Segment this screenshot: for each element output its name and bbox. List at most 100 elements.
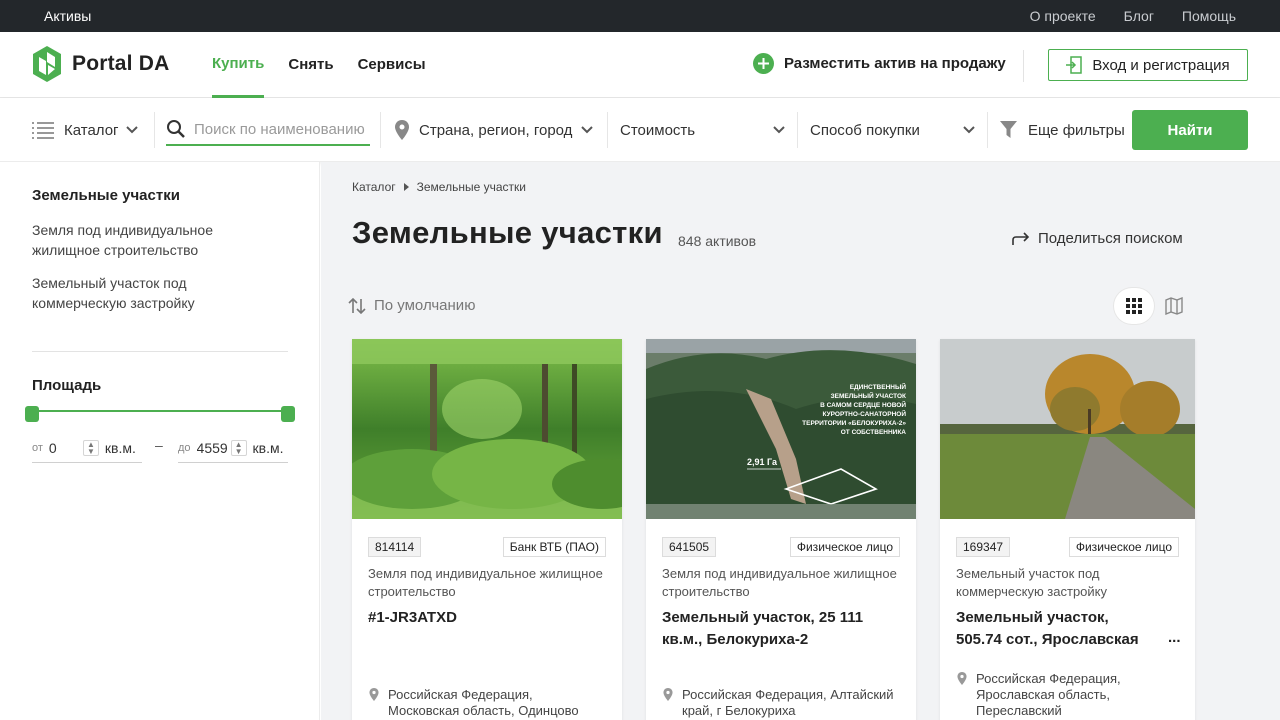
grid-icon (1126, 298, 1142, 314)
area-to-value[interactable]: 4559 (197, 440, 231, 456)
login-button[interactable]: Вход и регистрация (1048, 49, 1248, 81)
stepper-icon[interactable]: ▲ ▼ (230, 439, 247, 456)
location-dropdown[interactable]: Страна, регион, город (395, 98, 594, 162)
image-caption-line: ЗЕМЕЛЬНЫЙ УЧАСТОК (831, 391, 906, 400)
top-bar-brand[interactable]: Активы (44, 8, 91, 24)
main-content: Каталог Земельные участки Земельные учас… (321, 162, 1280, 720)
asset-location: Российская Федерация, Ярославская област… (956, 671, 1179, 719)
filter-separator (607, 112, 608, 148)
asset-photo-mountains[interactable]: ЕДИНСТВЕННЫЙ ЗЕМЕЛЬНЫЙ УЧАСТОК В САМОМ С… (646, 339, 916, 519)
card-tags: 641505 Физическое лицо (662, 537, 900, 557)
asset-card[interactable]: 814114 Банк ВТБ (ПАО) Земля под индивиду… (352, 339, 622, 720)
post-ad-label: Разместить актив на продажу (784, 55, 1006, 72)
card-tags: 814114 Банк ВТБ (ПАО) (368, 537, 606, 557)
area-from-field[interactable]: от 0 ▲ ▼ кв.м. (32, 433, 142, 463)
asset-title[interactable]: Земельный участок, 505.74 сот., Ярославс… (956, 607, 1155, 651)
search-input[interactable] (194, 120, 366, 138)
asset-photo-road[interactable] (940, 339, 1195, 519)
image-caption-line: КУРОРТНО-САНАТОРНОЙ (822, 409, 906, 418)
breadcrumb-catalog[interactable]: Каталог (352, 180, 396, 194)
sort-dropdown[interactable]: По умолчанию (348, 297, 475, 314)
asset-location-text: Российская Федерация, Алтайский край, г … (682, 687, 894, 718)
filter-funnel-icon (1000, 121, 1017, 138)
post-ad-button[interactable]: Разместить актив на продажу (753, 53, 1006, 74)
chevron-down-icon (125, 126, 138, 134)
asset-card[interactable]: ЕДИНСТВЕННЫЙ ЗЕМЕЛЬНЫЙ УЧАСТОК В САМОМ С… (646, 339, 916, 720)
area-to-unit: кв.м. (252, 439, 284, 456)
chevron-down-icon (581, 126, 594, 134)
page-title: Земельные участки (352, 215, 663, 250)
asset-id-badge: 169347 (956, 537, 1011, 557)
search-field[interactable] (166, 114, 370, 146)
find-button[interactable]: Найти (1132, 110, 1248, 150)
catalog-list-icon (32, 122, 54, 139)
asset-card[interactable]: 169347 Физическое лицо Земельный участок… (940, 339, 1195, 720)
price-dropdown[interactable]: Стоимость (620, 98, 786, 162)
asset-location: Российская Федерация, Алтайский край, г … (662, 687, 900, 719)
logo-icon (33, 46, 61, 82)
owner-badge: Физическое лицо (1068, 537, 1179, 557)
image-area-label: 2,91 Га (747, 457, 778, 467)
image-caption-line: В САМОМ СЕРДЦЕ НОВОЙ (820, 400, 906, 409)
top-link-blog[interactable]: Блог (1124, 8, 1154, 24)
area-to-field[interactable]: до 4559 ▲ ▼ кв.м. (178, 433, 288, 463)
asset-photo-forest[interactable] (352, 339, 622, 519)
location-label: Страна, регион, город (419, 121, 573, 139)
logo[interactable]: Portal DA (32, 45, 169, 83)
title-ellipsis: ... (1168, 629, 1181, 646)
catalog-dropdown[interactable]: Каталог (32, 98, 139, 162)
purchase-method-label: Способ покупки (810, 121, 920, 139)
owner-badge: Физическое лицо (789, 537, 900, 557)
more-filters-button[interactable]: Еще фильтры (1000, 98, 1125, 162)
area-from-value[interactable]: 0 (49, 440, 83, 456)
nav-services[interactable]: Сервисы (358, 32, 426, 98)
filter-bar: Каталог Страна, регион, город Стоимость … (0, 98, 1280, 162)
search-icon (167, 120, 185, 138)
top-bar: Активы О проекте Блог Помощь (0, 0, 1280, 32)
image-caption-line: ТЕРРИТОРИИ «БЕЛОКУРИХА-2» (802, 420, 906, 427)
share-arrow-icon (1012, 231, 1030, 245)
area-from-prefix: от (32, 441, 43, 454)
sort-label: По умолчанию (374, 297, 476, 314)
card-tags: 169347 Физическое лицо (956, 537, 1179, 557)
sidebar-divider (32, 351, 288, 352)
filter-separator (380, 112, 381, 148)
share-search-button[interactable]: Поделиться поиском (1012, 230, 1183, 247)
area-slider-track[interactable] (32, 410, 288, 412)
asset-category: Земельный участок под коммерческую застр… (956, 566, 1108, 599)
chevron-right-icon (403, 183, 409, 191)
nav-buy[interactable]: Купить (212, 32, 265, 98)
asset-category: Земля под индивидуальное жилищное строит… (368, 566, 603, 599)
filter-separator (154, 112, 155, 148)
plus-circle-icon (753, 53, 774, 74)
chevron-down-icon (773, 126, 785, 134)
top-link-help[interactable]: Помощь (1182, 8, 1236, 24)
asset-title[interactable]: Земельный участок, 25 111 кв.м., Белокур… (662, 607, 900, 651)
asset-id-badge: 641505 (662, 537, 717, 557)
range-dash: – (155, 437, 163, 453)
breadcrumb: Каталог Земельные участки (352, 180, 526, 194)
area-slider-max-handle[interactable] (281, 406, 295, 422)
area-filter-title: Площадь (32, 377, 102, 394)
area-slider-min-handle[interactable] (25, 406, 39, 422)
filter-separator (797, 112, 798, 148)
location-pin-icon (957, 672, 967, 685)
top-link-about[interactable]: О проекте (1030, 8, 1096, 24)
image-caption-line: ОТ СОБСТВЕННИКА (841, 429, 907, 436)
area-to-prefix: до (178, 441, 191, 454)
sidebar-item-individual-housing[interactable]: Земля под индивидуальное жилищное строит… (32, 220, 272, 260)
grid-view-button[interactable] (1114, 288, 1154, 324)
filter-separator (987, 112, 988, 148)
login-icon (1066, 56, 1083, 74)
image-caption-line: ЕДИНСТВЕННЫЙ (850, 382, 907, 391)
map-icon (1165, 297, 1183, 315)
asset-title[interactable]: #1-JR3ATXD (368, 607, 606, 629)
logo-text: Portal DA (72, 52, 170, 75)
sidebar-item-commercial[interactable]: Земельный участок под коммерческую застр… (32, 273, 272, 313)
nav-rent[interactable]: Снять (288, 32, 333, 98)
purchase-method-dropdown[interactable]: Способ покупки (810, 98, 976, 162)
stepper-icon[interactable]: ▲ ▼ (82, 439, 99, 456)
map-view-button[interactable] (1154, 288, 1194, 324)
catalog-label: Каталог (64, 121, 119, 139)
sidebar-title: Земельные участки (32, 187, 180, 204)
